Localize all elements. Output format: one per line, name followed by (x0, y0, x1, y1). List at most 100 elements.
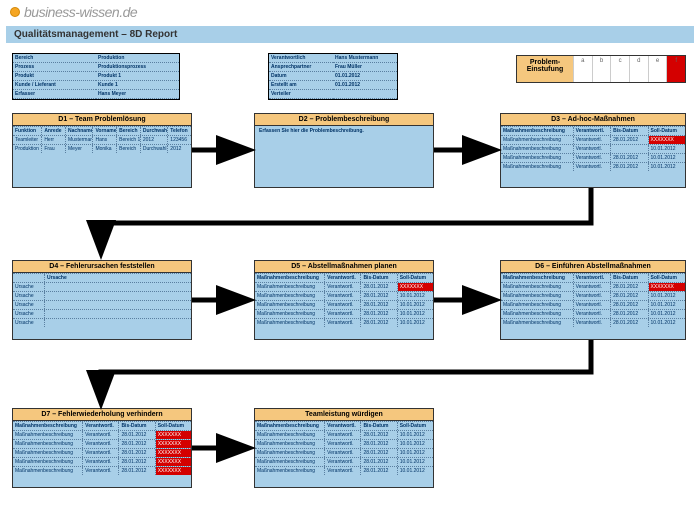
meta1-value: Produktionsprozess (96, 63, 179, 72)
d5-cell: 10.01.2012 (398, 319, 433, 327)
d1-cell: Meyer (66, 145, 93, 153)
d3-cell: 10.01.2012 (649, 145, 685, 153)
d7-cell: Verantwortl. (83, 449, 119, 457)
d7-col: Soll-Datum (156, 422, 191, 430)
d7-cell: 28.01.2012 (119, 440, 155, 448)
meta2-label: Datum (269, 72, 333, 81)
d6-cell: 28.01.2012 (611, 301, 648, 309)
d3-box: D3 – Ad-hoc-Maßnahmen Maßnahmenbeschreib… (500, 113, 686, 188)
d6-cell: Verantwortl. (574, 301, 611, 309)
d6-cell: 28.01.2012 (611, 319, 648, 327)
d8-cell: 28.01.2012 (361, 449, 397, 457)
d8-title: Teamleistung würdigen (255, 409, 433, 421)
classification-cell: e (648, 56, 667, 82)
d1-cell: Bereich 1 (117, 136, 141, 144)
d8-cell: 10.01.2012 (398, 431, 433, 439)
d6-cell: 10.01.2012 (649, 292, 685, 300)
classification-cell: b (592, 56, 611, 82)
d4-label: Ursache (13, 310, 45, 318)
d8-col: Soll-Datum (398, 422, 433, 430)
d8-col: Bis-Datum (361, 422, 397, 430)
d1-cell: Mustermann (66, 136, 93, 144)
d7-cell: Verantwortl. (83, 467, 119, 475)
diagram-canvas: BereichProduktion ProzessProduktionsproz… (6, 45, 694, 505)
d7-cell: Maßnahmenbeschreibung (13, 440, 83, 448)
d6-cell: Verantwortl. (574, 292, 611, 300)
d7-cell: 28.01.2012 (119, 449, 155, 457)
d1-cell: Hans (93, 136, 117, 144)
meta1-value: Produktion (96, 54, 179, 63)
d8-cell: Verantwortl. (325, 467, 361, 475)
d5-cell: 28.01.2012 (361, 319, 397, 327)
d7-cell: Verantwortl. (83, 440, 119, 448)
d4-label: Ursache (13, 301, 45, 309)
d4-label: Ursache (13, 283, 45, 291)
classification-cell-selected: f (666, 56, 685, 82)
d3-cell: Maßnahmenbeschreibung (501, 136, 574, 144)
d4-cell (45, 310, 191, 318)
d6-col: Maßnahmenbeschreibung (501, 274, 574, 282)
d2-box: D2 – Problembeschreibung Erfassen Sie hi… (254, 113, 434, 188)
d1-cell: 123456 (168, 136, 191, 144)
d7-cell-overdue: XXXXXXX (156, 440, 191, 448)
d5-col: Maßnahmenbeschreibung (255, 274, 325, 282)
d4-label: Ursache (13, 292, 45, 300)
d7-cell: 28.01.2012 (119, 431, 155, 439)
meta2-value: 01.01.2012 (333, 72, 397, 81)
d5-cell: Maßnahmenbeschreibung (255, 292, 325, 300)
d3-col: Verantwortl. (574, 127, 611, 135)
d4-cell (45, 283, 191, 291)
meta1-label: Kunde / Lieferant (13, 81, 96, 90)
d5-box: D5 – Abstellmaßnahmen planen Maßnahmenbe… (254, 260, 434, 340)
meta2-value: Hans Mustermann (333, 54, 397, 63)
d6-col: Verantwortl. (574, 274, 611, 282)
meta-box-1: BereichProduktion ProzessProduktionsproz… (12, 53, 180, 100)
d2-text: Erfassen Sie hier die Problembeschreibun… (255, 126, 433, 136)
d7-cell: Maßnahmenbeschreibung (13, 449, 83, 457)
d1-col: Vorname (93, 127, 117, 135)
d7-cell: Maßnahmenbeschreibung (13, 458, 83, 466)
d8-cell: 10.01.2012 (398, 440, 433, 448)
d7-cell-overdue: XXXXXXX (156, 449, 191, 457)
meta2-value: Frau Müller (333, 63, 397, 72)
d5-cell: 28.01.2012 (361, 283, 397, 291)
meta2-value (333, 90, 397, 99)
d5-col: Soll-Datum (398, 274, 433, 282)
d3-cell: 10.01.2012 (649, 154, 685, 162)
d6-cell-overdue: XXXXXXX (649, 283, 685, 291)
meta2-label: Verantwortlich (269, 54, 333, 63)
d3-cell: 28.01.2012 (611, 136, 648, 144)
meta-box-2: VerantwortlichHans Mustermann Ansprechpa… (268, 53, 398, 100)
d5-cell: Maßnahmenbeschreibung (255, 283, 325, 291)
d7-col: Bis-Datum (119, 422, 155, 430)
meta1-label: Prozess (13, 63, 96, 72)
d8-cell: 10.01.2012 (398, 458, 433, 466)
d7-cell-overdue: XXXXXXX (156, 467, 191, 475)
d8-cell: 28.01.2012 (361, 431, 397, 439)
d6-cell: 10.01.2012 (649, 310, 685, 318)
d3-cell: Maßnahmenbeschreibung (501, 163, 574, 171)
d5-cell: 10.01.2012 (398, 301, 433, 309)
d1-col: Anrede (42, 127, 66, 135)
meta2-label: Verteiler (269, 90, 333, 99)
logo-text: business-wissen.de (24, 4, 137, 20)
d8-cell: Maßnahmenbeschreibung (255, 431, 325, 439)
d1-cell: Monika (93, 145, 117, 153)
meta2-label: Ansprechpartner (269, 63, 333, 72)
d5-col: Bis-Datum (361, 274, 397, 282)
d3-cell: Maßnahmenbeschreibung (501, 145, 574, 153)
d1-cell: 2012 (168, 145, 191, 153)
d3-col: Maßnahmenbeschreibung (501, 127, 574, 135)
page-title: Qualitätsmanagement – 8D Report (6, 26, 694, 43)
d7-cell: Maßnahmenbeschreibung (13, 431, 83, 439)
d8-cell: Maßnahmenbeschreibung (255, 440, 325, 448)
meta1-label: Erfasser (13, 90, 96, 99)
d1-cell: Durchwahl (141, 145, 168, 153)
d7-cell-overdue: XXXXXXX (156, 431, 191, 439)
d3-cell: Verantwortl. (574, 145, 611, 153)
d3-col: Soll-Datum (649, 127, 685, 135)
d6-cell: 28.01.2012 (611, 283, 648, 291)
d5-cell: Maßnahmenbeschreibung (255, 310, 325, 318)
classification-box: Problem- Einstufung a b c d e f (516, 55, 686, 83)
d6-cell: Maßnahmenbeschreibung (501, 310, 574, 318)
